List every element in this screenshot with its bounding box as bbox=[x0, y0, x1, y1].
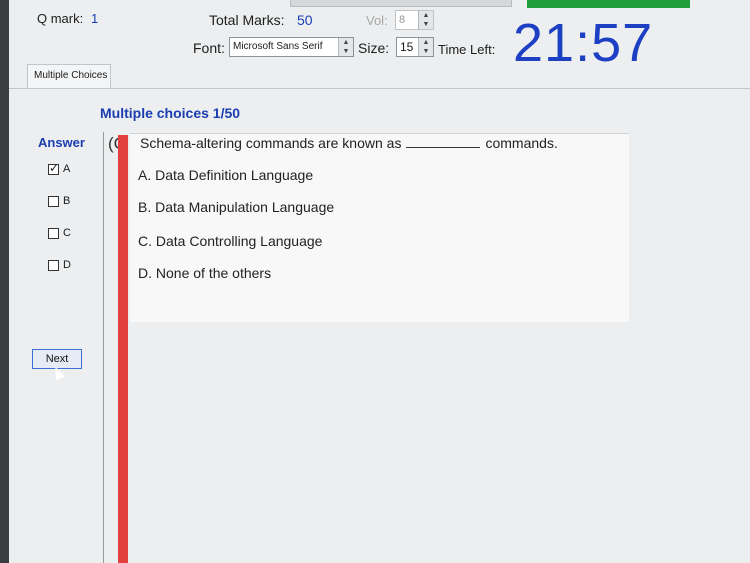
answer-option-label: B bbox=[63, 195, 71, 207]
total-marks-label: Total Marks: bbox=[209, 12, 285, 28]
tab-multiple-choices[interactable]: Multiple Choices bbox=[27, 64, 111, 88]
question-blank bbox=[406, 147, 481, 148]
question-option-b: B. Data Manipulation Language bbox=[138, 199, 335, 215]
font-select[interactable]: Microsoft Sans Serif ▲ ▼ bbox=[229, 37, 354, 57]
vol-label: Vol: bbox=[366, 13, 388, 28]
answer-checkbox-b[interactable]: B bbox=[48, 195, 70, 207]
font-label: Font: bbox=[193, 40, 225, 56]
tab-divider bbox=[9, 88, 750, 89]
size-spinner[interactable]: 15 ▲ ▼ bbox=[396, 37, 434, 57]
q-mark-value: 1 bbox=[91, 11, 99, 26]
window-edge bbox=[0, 0, 9, 563]
top-toolbar-strip bbox=[290, 0, 512, 7]
question-option-a: A. Data Definition Language bbox=[138, 167, 314, 183]
question-scrollbar[interactable] bbox=[118, 135, 128, 563]
question-text-end: commands. bbox=[485, 135, 558, 151]
volume-value: 8 bbox=[399, 14, 406, 26]
spin-arrows-icon[interactable]: ▲ ▼ bbox=[418, 11, 433, 29]
volume-spinner[interactable]: 8 ▲ ▼ bbox=[395, 10, 434, 30]
answer-option-label: A bbox=[63, 163, 71, 175]
checkbox-icon[interactable]: ✓ bbox=[48, 160, 60, 175]
submit-green-bar[interactable] bbox=[527, 0, 690, 8]
size-label: Size: bbox=[358, 40, 390, 56]
question-option-c: C. Data Controlling Language bbox=[138, 233, 323, 249]
answer-option-label: D bbox=[63, 259, 71, 271]
question-text: Schema-altering commands are known as com… bbox=[140, 135, 558, 151]
answer-checkbox-d[interactable]: D bbox=[48, 259, 71, 271]
q-mark-label: Q mark: bbox=[37, 11, 84, 26]
answer-option-label: C bbox=[63, 227, 71, 239]
countdown-timer: 21:57 bbox=[513, 13, 654, 73]
answer-heading: Answer bbox=[38, 135, 85, 150]
size-value: 15 bbox=[400, 40, 414, 54]
spin-arrows-icon[interactable]: ▲ ▼ bbox=[418, 38, 433, 56]
question-option-d: D. None of the others bbox=[138, 265, 272, 281]
checkbox-icon[interactable] bbox=[48, 227, 59, 239]
checkbox-icon[interactable] bbox=[48, 195, 59, 207]
question-text-start: Schema-altering commands are known as bbox=[140, 135, 402, 151]
time-left-label: Time Left: bbox=[438, 42, 496, 57]
checkbox-icon[interactable] bbox=[48, 259, 59, 271]
spin-arrows-icon[interactable]: ▲ ▼ bbox=[338, 38, 353, 56]
question-panel bbox=[130, 133, 629, 322]
answer-checkbox-c[interactable]: C bbox=[48, 227, 71, 239]
section-title: Multiple choices 1/50 bbox=[100, 105, 241, 121]
checkmark-icon: ✓ bbox=[49, 160, 60, 175]
total-marks-value: 50 bbox=[297, 12, 313, 28]
answer-checkbox-a[interactable]: ✓ A bbox=[48, 160, 71, 175]
font-select-value: Microsoft Sans Serif bbox=[233, 41, 323, 52]
